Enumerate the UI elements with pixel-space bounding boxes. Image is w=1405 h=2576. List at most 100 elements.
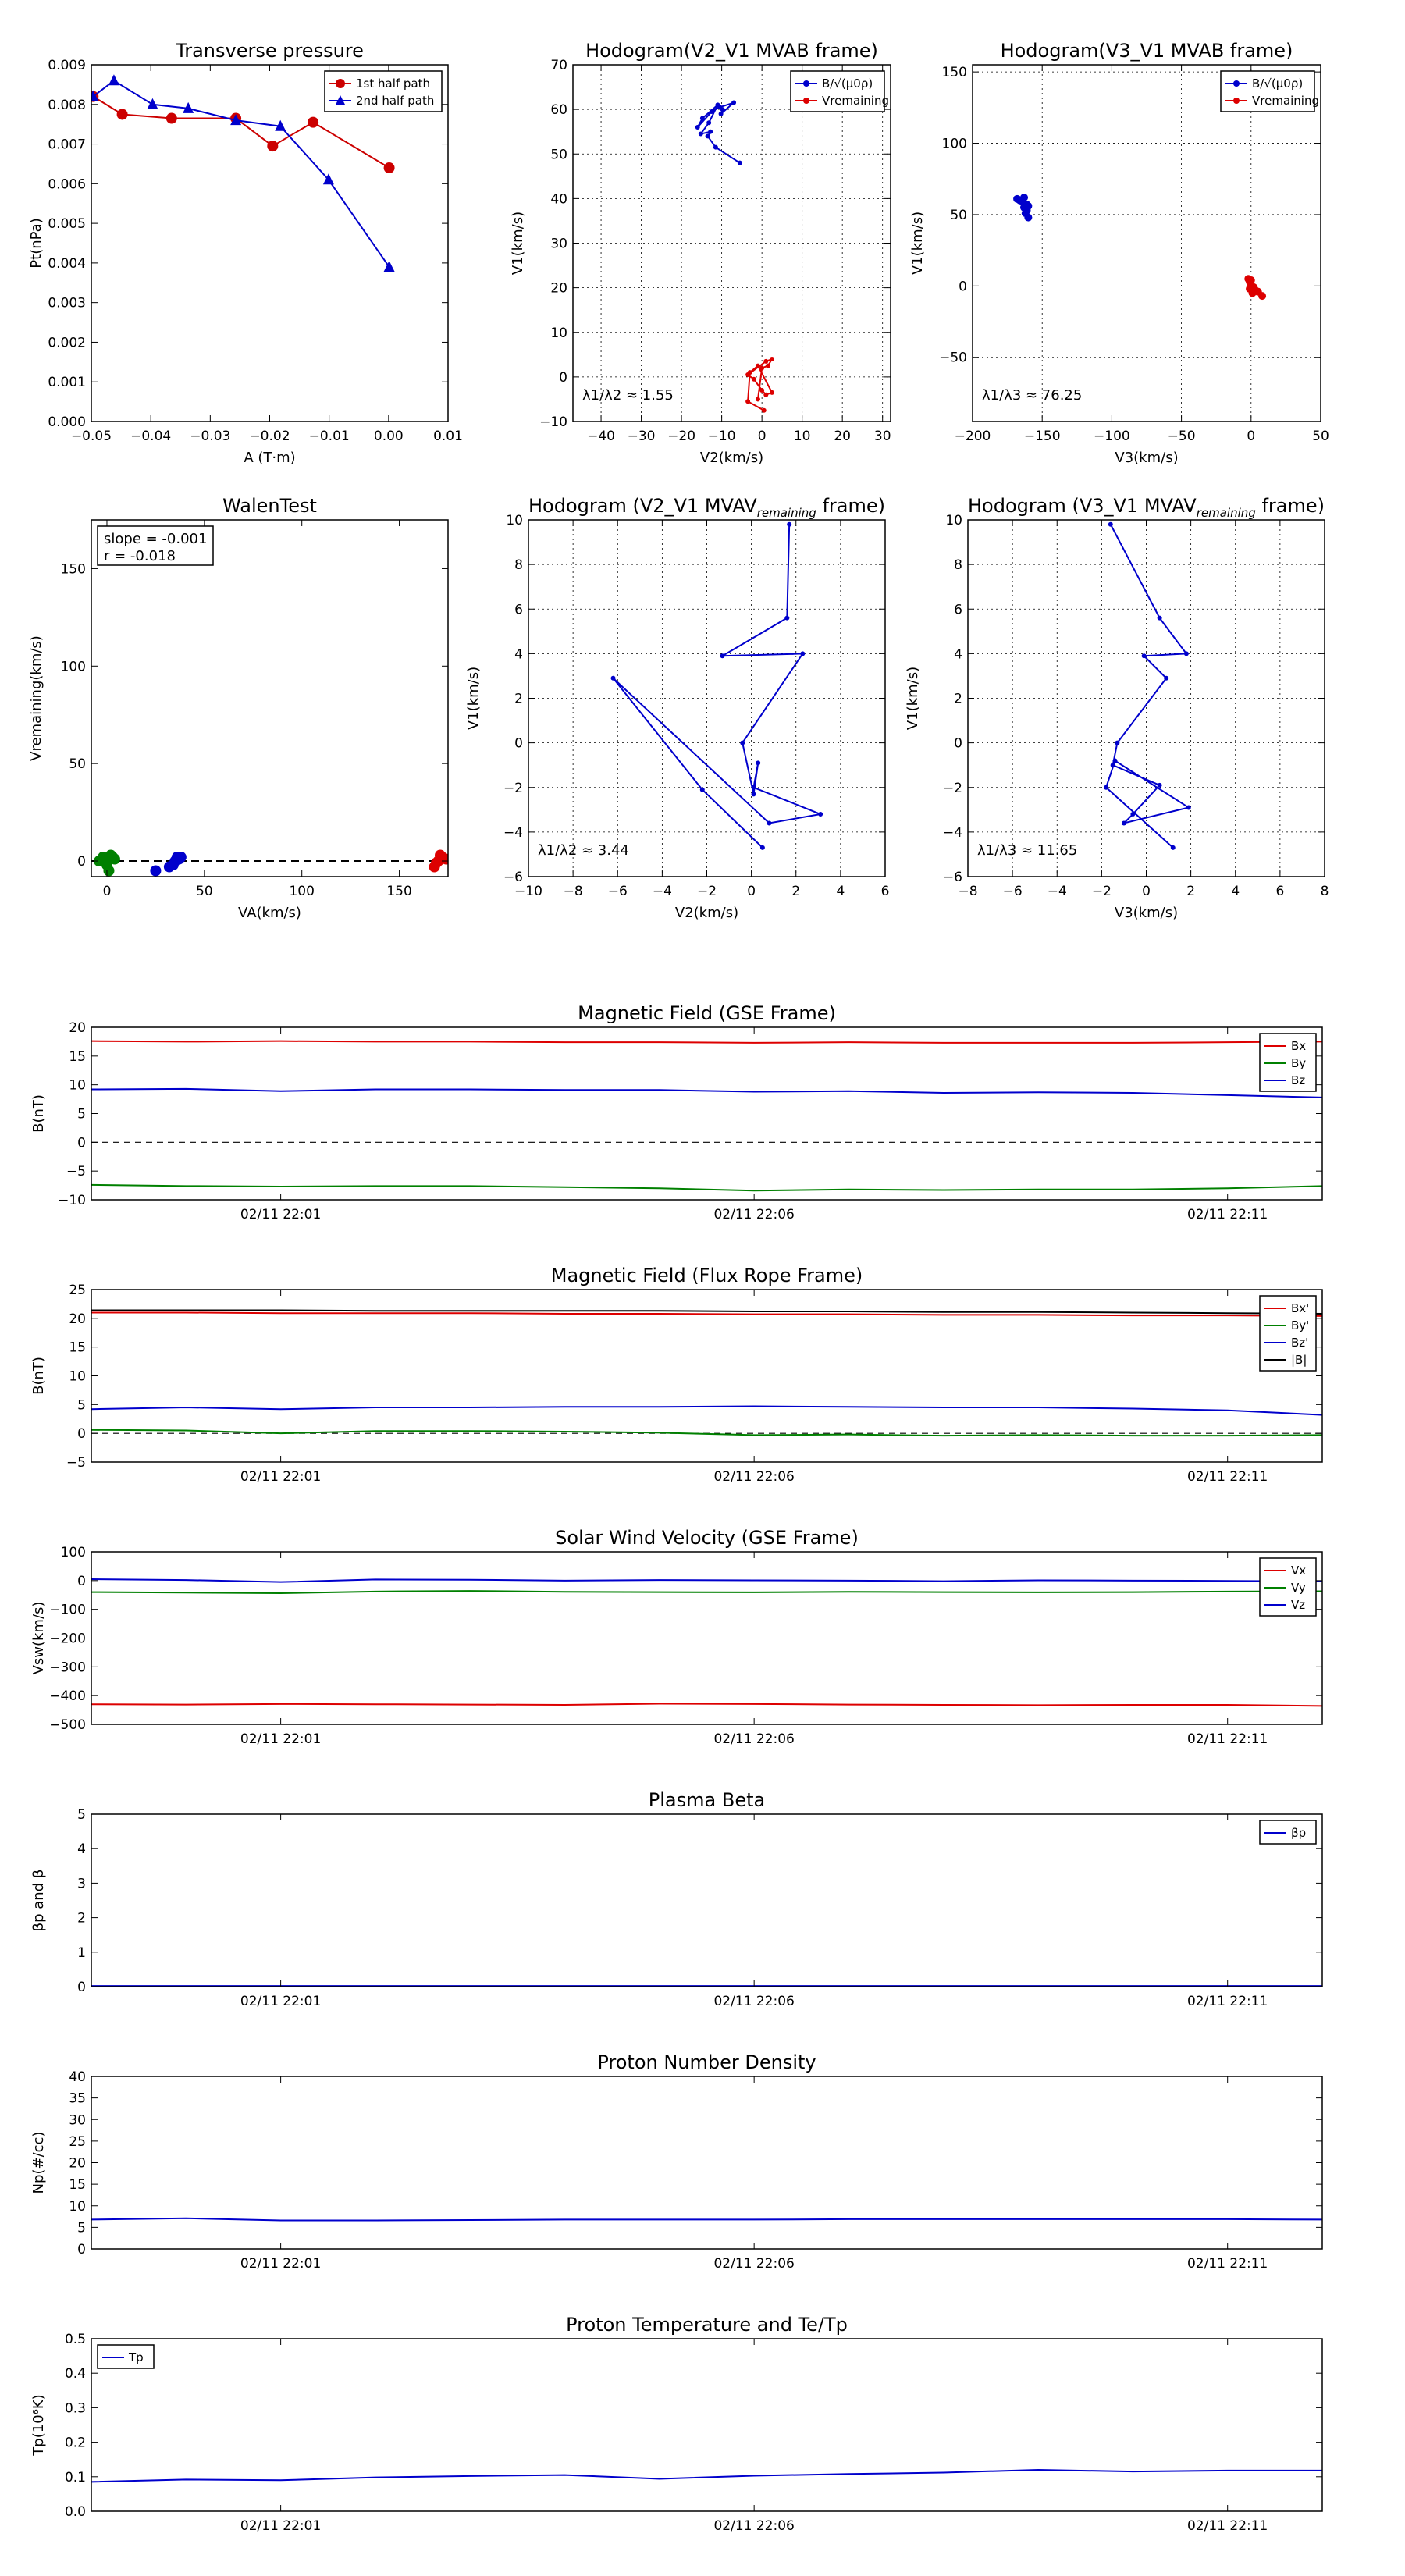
chart-panel-7: Magnetic Field (GSE Frame) 02/11 22:01 02/… bbox=[30, 1002, 1323, 1222]
y-tick-label: 100 bbox=[942, 137, 967, 152]
legend-label: B/√(μ0ρ) bbox=[1252, 76, 1303, 91]
data-point bbox=[147, 98, 158, 109]
data-point bbox=[108, 74, 119, 86]
data-point bbox=[165, 112, 177, 124]
data-point bbox=[756, 760, 761, 766]
legend-marker bbox=[336, 79, 345, 88]
x-tick-label: −0.05 bbox=[71, 429, 112, 444]
data-layer bbox=[91, 2217, 1322, 2222]
chart-title: Hodogram (V2_V1 MVAVremaining frame) bbox=[528, 495, 885, 520]
data-point bbox=[699, 787, 705, 792]
y-tick-label: 50 bbox=[69, 756, 86, 772]
annotation-text: λ1/λ2 ≈ 1.55 bbox=[582, 387, 674, 404]
data-point bbox=[787, 521, 792, 527]
data-point bbox=[705, 133, 710, 139]
y-tick-label: 0 bbox=[954, 736, 962, 752]
y-tick-label: 70 bbox=[550, 58, 567, 73]
y-axis-label: Tp(10⁶K) bbox=[30, 2394, 47, 2456]
y-tick-label: −6 bbox=[943, 870, 962, 885]
x-tick-label: 02/11 22:01 bbox=[240, 2256, 321, 2272]
data-point bbox=[718, 111, 724, 116]
data-point bbox=[1013, 194, 1022, 203]
y-tick-label: −100 bbox=[49, 1603, 86, 1618]
data-point bbox=[267, 141, 279, 152]
annotation-text: λ1/λ3 ≈ 11.65 bbox=[977, 842, 1077, 859]
data-point bbox=[751, 785, 756, 790]
x-tick-label: 4 bbox=[1231, 884, 1240, 899]
y-tick-label: 0 bbox=[77, 1574, 86, 1589]
legend-label: Tp bbox=[128, 2350, 144, 2364]
data-point bbox=[770, 357, 775, 362]
x-tick-label: 02/11 22:06 bbox=[713, 1731, 794, 1747]
y-tick-label: 10 bbox=[506, 513, 523, 528]
y-tick-label: 0 bbox=[77, 1980, 86, 1995]
x-tick-label: −40 bbox=[587, 429, 615, 444]
y-tick-label: 5 bbox=[77, 1807, 86, 1823]
y-tick-label: −4 bbox=[503, 825, 523, 841]
data-layer bbox=[610, 521, 823, 850]
y-tick-label: 0.009 bbox=[48, 58, 86, 73]
data-point bbox=[800, 651, 806, 656]
data-point bbox=[308, 116, 319, 128]
x-tick-label: 02/11 22:11 bbox=[1187, 1207, 1268, 1222]
data-point bbox=[1121, 820, 1126, 826]
data-point bbox=[1170, 845, 1176, 850]
y-tick-label: 0.2 bbox=[65, 2435, 86, 2451]
chart-panel-11: Proton Number Density 02/11 22:01 02/11 22… bbox=[30, 2051, 1323, 2272]
series-line-Tp bbox=[91, 2468, 1322, 2483]
data-point bbox=[107, 852, 119, 863]
y-tick-label: 40 bbox=[69, 2069, 86, 2085]
y-tick-label: 40 bbox=[550, 191, 567, 207]
x-tick-label: 6 bbox=[881, 884, 890, 899]
legend-label: |B| bbox=[1291, 1353, 1307, 1367]
x-tick-label: −6 bbox=[608, 884, 628, 899]
data-layer bbox=[1013, 194, 1267, 301]
legend-label: Vy bbox=[1291, 1581, 1306, 1595]
data-point bbox=[708, 129, 713, 134]
y-tick-label: 3 bbox=[77, 1876, 86, 1891]
legend-label: βp bbox=[1291, 1826, 1306, 1840]
data-point bbox=[706, 120, 712, 126]
y-tick-label: 0.007 bbox=[48, 137, 86, 153]
x-tick-label: 30 bbox=[874, 429, 891, 444]
x-tick-label: −8 bbox=[564, 884, 583, 899]
chart-panel-5: Hodogram (V2_V1 MVAVremaining frame)−10−… bbox=[465, 495, 889, 921]
data-point bbox=[695, 124, 700, 130]
y-tick-label: 0 bbox=[77, 1135, 86, 1151]
x-tick-label: −0.04 bbox=[130, 429, 171, 444]
data-point bbox=[103, 865, 115, 877]
chart-panel-8: Magnetic Field (Flux Rope Frame) 02/11 22… bbox=[30, 1265, 1323, 1485]
chart-panel-6: Hodogram (V3_V1 MVAVremaining frame)−8 −6… bbox=[905, 495, 1329, 921]
x-tick-label: −0.03 bbox=[190, 429, 230, 444]
legend: Tp bbox=[97, 2344, 155, 2369]
legend-label: Vremaining bbox=[822, 94, 889, 108]
legend-marker bbox=[1233, 98, 1240, 104]
x-tick-label: 02/11 22:01 bbox=[240, 1207, 321, 1222]
data-point bbox=[1020, 194, 1029, 202]
chart-title: Proton Number Density bbox=[597, 2051, 816, 2073]
data-point bbox=[770, 390, 775, 395]
y-tick-label: 0.008 bbox=[48, 98, 86, 113]
data-point bbox=[720, 107, 725, 112]
legend: βp bbox=[1259, 1820, 1317, 1845]
y-axis-label: B(nT) bbox=[30, 1094, 47, 1133]
data-point bbox=[1112, 758, 1118, 763]
x-tick-label: −50 bbox=[1168, 429, 1196, 444]
y-tick-label: 0.003 bbox=[48, 296, 86, 311]
x-tick-label: −4 bbox=[653, 884, 672, 899]
axes-frame bbox=[972, 64, 1321, 422]
x-tick-label: 150 bbox=[386, 884, 411, 899]
data-point bbox=[1186, 805, 1191, 810]
chart-title-suffix: frame) bbox=[816, 495, 885, 517]
y-tick-label: −300 bbox=[49, 1660, 86, 1675]
chart-panel-12: Proton Temperature and Te/Tp 02/11 22:01 0… bbox=[30, 2314, 1323, 2534]
data-point bbox=[1183, 651, 1189, 656]
y-tick-label: 4 bbox=[954, 646, 962, 662]
y-tick-label: 150 bbox=[942, 65, 967, 80]
x-tick-label: 10 bbox=[794, 429, 811, 444]
y-tick-label: 6 bbox=[514, 602, 523, 617]
data-layer bbox=[1104, 521, 1191, 850]
legend-marker bbox=[1233, 80, 1240, 87]
legend-label: Bz' bbox=[1291, 1336, 1308, 1350]
chart-title: Proton Temperature and Te/Tp bbox=[566, 2314, 848, 2336]
